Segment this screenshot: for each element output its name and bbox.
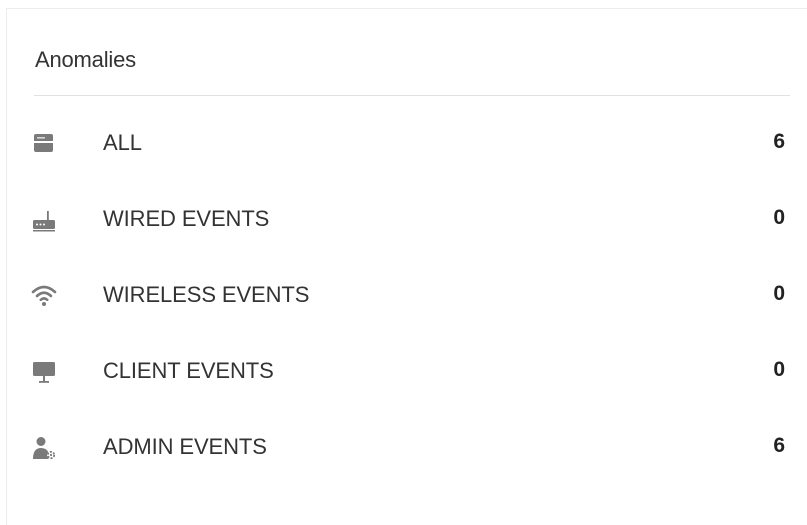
list-item-client-events[interactable]: CLIENT EVENTS 0 bbox=[7, 349, 807, 425]
list-item-count: 0 bbox=[773, 282, 785, 305]
list-item-label: CLIENT EVENTS bbox=[103, 358, 274, 383]
panel-title: Anomalies bbox=[35, 47, 136, 72]
list-item-all[interactable]: ALL 6 bbox=[7, 121, 807, 197]
anomaly-list: ALL 6 WIRED EVENTS 0 WIRELESS EVENTS 0 C… bbox=[7, 121, 807, 501]
router-icon bbox=[31, 207, 57, 233]
list-item-label: ALL bbox=[103, 130, 142, 155]
list-item-wired-events[interactable]: WIRED EVENTS 0 bbox=[7, 197, 807, 273]
anomalies-panel: Anomalies ALL 6 WIRED EVENTS 0 WIRELESS … bbox=[6, 8, 807, 525]
list-item-label: ADMIN EVENTS bbox=[103, 434, 267, 459]
list-item-admin-events[interactable]: ADMIN EVENTS 6 bbox=[7, 425, 807, 501]
header-divider bbox=[34, 95, 790, 96]
list-item-label: WIRED EVENTS bbox=[103, 206, 270, 231]
server-icon bbox=[31, 131, 57, 157]
list-item-count: 0 bbox=[773, 358, 785, 381]
list-item-wireless-events[interactable]: WIRELESS EVENTS 0 bbox=[7, 273, 807, 349]
admin-user-icon bbox=[31, 435, 57, 461]
list-item-label: WIRELESS EVENTS bbox=[103, 282, 310, 307]
monitor-icon bbox=[31, 359, 57, 385]
list-item-count: 6 bbox=[773, 434, 785, 457]
wifi-icon bbox=[31, 283, 57, 309]
list-item-count: 0 bbox=[773, 206, 785, 229]
list-item-count: 6 bbox=[773, 130, 785, 153]
